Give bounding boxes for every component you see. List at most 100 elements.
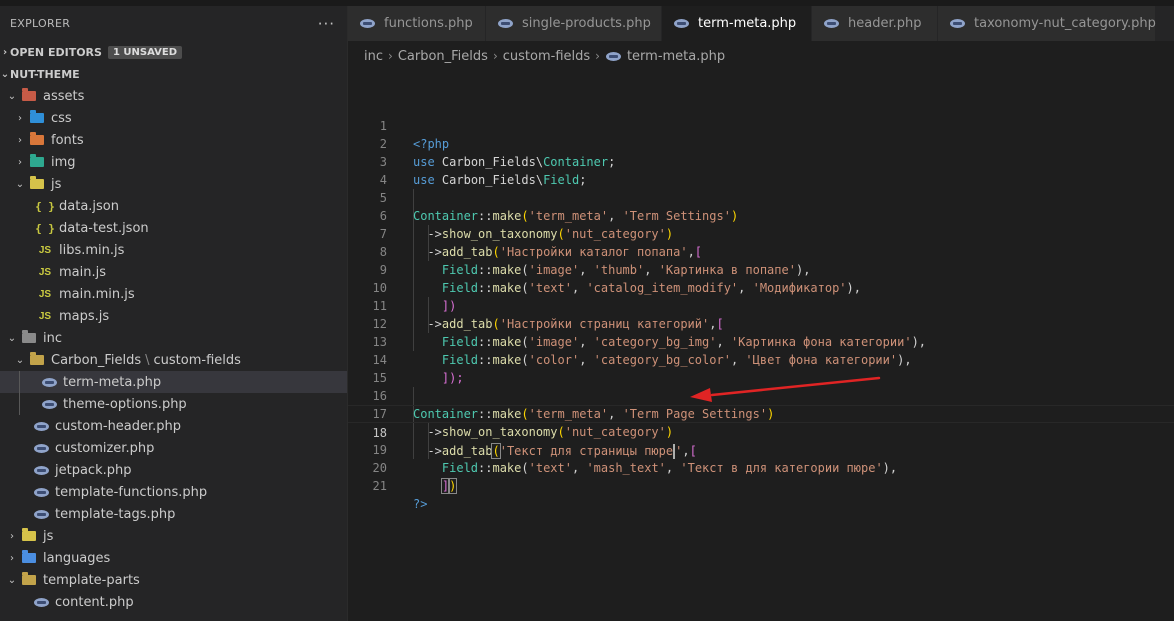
code-line: 21 ?>: [348, 459, 1174, 511]
tree-item-template-functions-php[interactable]: template-functions.php: [0, 481, 347, 503]
tree-item-img[interactable]: › img: [0, 151, 347, 173]
chevron-down-icon: ⌄: [7, 90, 17, 102]
tree-item-custom-header-php[interactable]: custom-header.php: [0, 415, 347, 437]
php-file-icon: [32, 594, 50, 610]
tab-label: functions.php: [384, 16, 473, 31]
chevron-right-icon: ›: [492, 49, 498, 63]
js-file-icon: JS: [38, 266, 52, 278]
tree-item-content-php[interactable]: content.php: [0, 591, 347, 613]
php-file-icon: [32, 462, 50, 478]
code-line: 13 Field::make('color', 'category_bg_col…: [348, 315, 1174, 367]
tree-item-css[interactable]: › css: [0, 107, 347, 129]
tree-item-main-min-js[interactable]: JS main.min.js: [0, 283, 347, 305]
more-actions-icon[interactable]: ···: [318, 15, 335, 33]
tree-item-term-meta-php[interactable]: term-meta.php: [0, 371, 347, 393]
tree-item-inc[interactable]: ⌄ inc: [0, 327, 347, 349]
tree-item-theme-options-php[interactable]: theme-options.php: [0, 393, 347, 415]
chevron-right-icon: ›: [2, 46, 8, 58]
explorer-header: EXPLORER ···: [0, 6, 347, 41]
folder-icon: [28, 352, 46, 368]
php-file-icon: [358, 16, 376, 32]
line-number: 21: [372, 479, 387, 493]
php-file-icon: [672, 16, 690, 32]
tree-item-label: template-tags.php: [55, 506, 176, 522]
folder-languages-icon: [20, 550, 38, 566]
code-token: ?>: [413, 497, 428, 511]
tree-item-js[interactable]: ⌄ js: [0, 173, 347, 195]
tree-item-label-compact: custom-fields: [153, 352, 241, 368]
tab-label: taxonomy-nut_category.php: [974, 16, 1156, 31]
tree-item-js-root[interactable]: › js: [0, 525, 347, 547]
tree-item-label: inc: [43, 330, 62, 346]
tree-item-label: css: [51, 110, 72, 126]
tree-item-label: js: [51, 176, 62, 192]
tree-item-label: custom-header.php: [55, 418, 182, 434]
tab-term-meta-php[interactable]: term-meta.php: [662, 6, 812, 41]
tree-item-customizer-php[interactable]: customizer.php: [0, 437, 347, 459]
tab-functions-php[interactable]: functions.php: [348, 6, 486, 41]
breadcrumb-item[interactable]: custom-fields: [503, 49, 590, 64]
breadcrumb: inc › Carbon_Fields › custom-fields › te…: [348, 41, 1174, 71]
chevron-down-icon: ⌄: [7, 574, 17, 586]
unsaved-badge: 1 UNSAVED: [107, 45, 183, 59]
tree-item-data-json[interactable]: { } data.json: [0, 195, 347, 217]
code-line: 4: [348, 153, 1174, 187]
code-line: 5 Container::make('term_meta', 'Term Set…: [348, 171, 1174, 223]
chevron-down-icon: ⌄: [15, 354, 25, 366]
tree-item-label: libs.min.js: [59, 242, 125, 258]
php-file-icon: [32, 418, 50, 434]
indent-guide: [19, 393, 20, 415]
chevron-right-icon: ›: [388, 49, 393, 63]
chevron-right-icon: ›: [18, 112, 22, 124]
chevron-down-icon: ⌄: [7, 332, 17, 344]
json-file-icon: { }: [35, 199, 55, 213]
tree-item-label: main.min.js: [59, 286, 135, 302]
tab-taxonomy-nut-category-php[interactable]: taxonomy-nut_category.php: [938, 6, 1156, 41]
tree-item-template-parts[interactable]: ⌄ template-parts: [0, 569, 347, 591]
tree-item-libs-min-js[interactable]: JS libs.min.js: [0, 239, 347, 261]
code-line: 11 ->add_tab('Настройки страниц категори…: [348, 279, 1174, 331]
folder-img-icon: [28, 154, 46, 170]
tree-item-assets[interactable]: ⌄ assets: [0, 85, 347, 107]
code-line: 14 ]);: [348, 333, 1174, 385]
tree-item-main-js[interactable]: JS main.js: [0, 261, 347, 283]
code-line: 9 Field::make('text', 'catalog_item_modi…: [348, 243, 1174, 295]
php-file-icon: [822, 16, 840, 32]
chevron-right-icon: ›: [595, 49, 600, 63]
php-file-icon: [40, 374, 58, 390]
tree-item-jetpack-php[interactable]: jetpack.php: [0, 459, 347, 481]
tree-item-label: data.json: [59, 198, 119, 214]
code-line: 17 ->show_on_taxonomy('nut_category'): [348, 387, 1174, 439]
explorer-sidebar: EXPLORER ··· › OPEN EDITORS 1 UNSAVED ⌄ …: [0, 6, 348, 621]
breadcrumb-item[interactable]: term-meta.php: [627, 49, 725, 64]
php-file-icon: [948, 16, 966, 32]
tree-item-label: template-functions.php: [55, 484, 208, 500]
tree-item-label: data-test.json: [59, 220, 149, 236]
tree-item-maps-js[interactable]: JS maps.js: [0, 305, 347, 327]
code-line: 19 Field::make('text', 'mash_text', 'Тек…: [348, 423, 1174, 475]
code-line: 3 use Carbon_Fields\Field;: [348, 135, 1174, 187]
workspace-label: NUT-THEME: [10, 67, 80, 81]
js-file-icon: JS: [38, 310, 52, 322]
php-file-icon: [32, 506, 50, 522]
workspace-section[interactable]: ⌄ NUT-THEME: [0, 63, 347, 85]
tab-header-php[interactable]: header.php: [812, 6, 938, 41]
explorer-title: EXPLORER: [10, 17, 71, 30]
tree-item-languages[interactable]: › languages: [0, 547, 347, 569]
breadcrumb-item[interactable]: Carbon_Fields: [398, 49, 488, 64]
breadcrumb-item[interactable]: inc: [364, 49, 383, 64]
open-editors-section[interactable]: › OPEN EDITORS 1 UNSAVED: [0, 41, 347, 63]
tab-single-products-php[interactable]: single-products.php: [486, 6, 662, 41]
tree-item-label: main.js: [59, 264, 106, 280]
php-file-icon: [40, 396, 58, 412]
tree-item-data-test-json[interactable]: { } data-test.json: [0, 217, 347, 239]
tree-item-fonts[interactable]: › fonts: [0, 129, 347, 151]
code-line: 16 Container::make('term_meta', 'Term Pa…: [348, 369, 1174, 421]
tree-item-label: Carbon_Fields: [51, 352, 142, 368]
tree-item-template-tags-php[interactable]: template-tags.php: [0, 503, 347, 525]
json-file-icon: { }: [35, 221, 55, 235]
code-editor[interactable]: 1 <?php 2 use Carbon_Fields\Container; 3…: [348, 71, 1174, 621]
tree-item-carbon-fields[interactable]: ⌄ Carbon_Fields \ custom-fields: [0, 349, 347, 371]
chevron-right-icon: ›: [18, 134, 22, 146]
path-separator: \: [145, 352, 150, 368]
